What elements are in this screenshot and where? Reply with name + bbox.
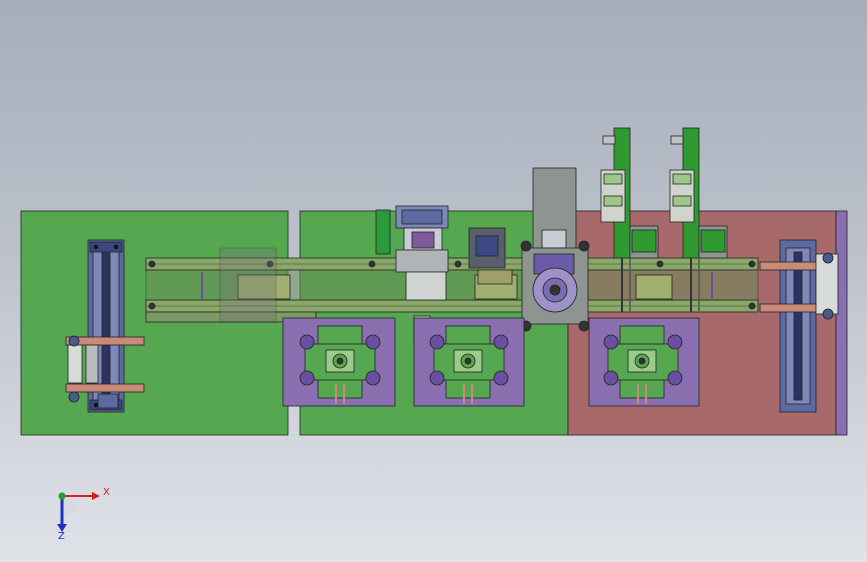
rotary-servo-column [520,167,590,332]
y-axis-dot [58,492,66,500]
x-axis-label: X [103,487,110,498]
coordinate-triad [57,492,100,532]
nest-fixture-1 [282,317,396,407]
right-edge-strip [835,210,848,436]
shadow-block [219,247,277,323]
cad-viewport[interactable] [0,0,867,562]
z-axis-label: Z [58,531,65,542]
carriage-3 [635,274,673,300]
assembly-model [20,127,848,436]
nest-fixture-2 [413,317,525,407]
base-plate-left [20,210,289,436]
nest-fixture-3 [588,317,700,407]
